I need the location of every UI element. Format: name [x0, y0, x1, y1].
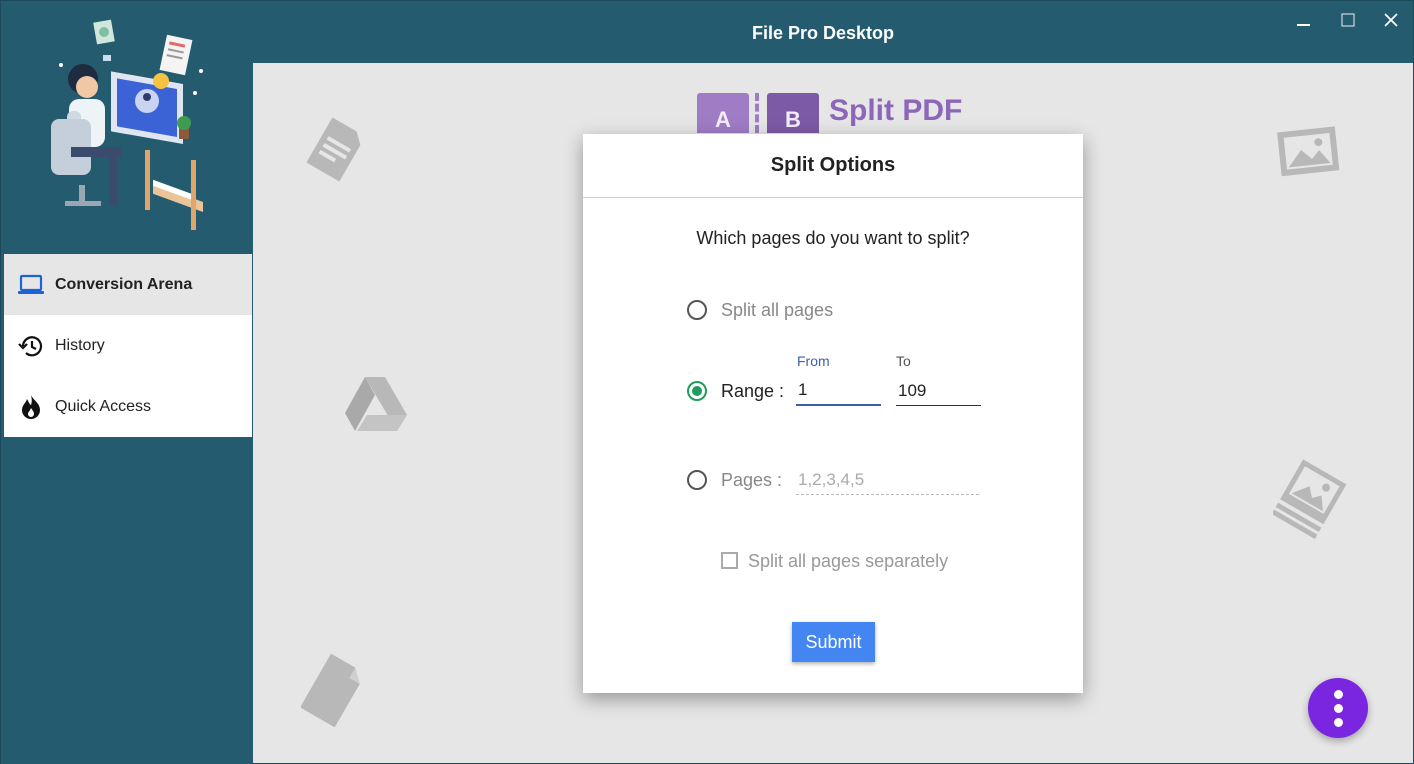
close-icon: [1384, 12, 1398, 32]
split-pdf-header: A B Split PDF: [697, 93, 962, 133]
range-from-input[interactable]: [796, 376, 881, 406]
window-title: File Pro Desktop: [751, 23, 895, 43]
workspace-illustration: [51, 19, 203, 230]
more-vertical-icon: [1333, 689, 1343, 699]
app-window: Conversion Arena History Quick Access Fi…: [0, 0, 1414, 764]
sidebar-item-label: Quick Access: [55, 397, 152, 415]
document-bg-icon: [306, 117, 361, 182]
split-all-label: Split all pages: [721, 300, 834, 320]
split-separately-checkbox[interactable]: [721, 552, 738, 569]
split-all-radio[interactable]: [687, 300, 707, 320]
split-pdf-title: Split PDF: [829, 94, 963, 127]
close-button[interactable]: [1378, 11, 1404, 33]
pages-label: Pages :: [721, 470, 783, 490]
drive-bg-icon: [345, 377, 407, 431]
dialog-question: Which pages do you want to split?: [696, 228, 970, 248]
image-stack-bg-icon: [1273, 459, 1347, 539]
to-label: To: [896, 353, 911, 369]
pages-radio[interactable]: [687, 470, 707, 490]
sidebar: Conversion Arena History Quick Access: [1, 1, 253, 764]
range-to-input[interactable]: [896, 376, 981, 406]
minimize-button[interactable]: [1291, 11, 1317, 33]
dialog-title: Split Options: [583, 134, 1083, 198]
laptop-icon: [17, 271, 45, 299]
sidebar-item-label: Conversion Arena: [55, 275, 193, 293]
submit-button[interactable]: Submit: [792, 622, 875, 662]
range-label: Range :: [721, 381, 785, 401]
images-bg-icon: [1277, 126, 1340, 177]
sidebar-item-conversion-arena[interactable]: Conversion Arena: [4, 254, 252, 315]
sidebar-item-history[interactable]: History: [4, 315, 252, 376]
from-label: From: [797, 353, 830, 369]
split-separately-label: Split all pages separately: [748, 551, 949, 571]
file-bg-icon: [301, 653, 360, 727]
pages-input[interactable]: [796, 465, 979, 495]
flame-icon: [17, 393, 45, 421]
sidebar-item-quick-access[interactable]: Quick Access: [4, 376, 252, 437]
more-options-button[interactable]: [1308, 678, 1368, 738]
page-b-box: B: [767, 93, 819, 133]
sidebar-item-label: History: [55, 336, 105, 354]
maximize-icon: [1341, 12, 1355, 32]
split-divider: [755, 93, 761, 133]
page-a-box: A: [697, 93, 749, 133]
title-bar: File Pro Desktop: [253, 1, 1413, 63]
maximize-button[interactable]: [1335, 11, 1361, 33]
minimize-icon: [1297, 13, 1311, 32]
range-radio[interactable]: [687, 381, 707, 401]
split-options-dialog: Split Options Which pages do you want to…: [583, 134, 1083, 693]
history-icon: [17, 332, 45, 360]
sidebar-nav: Conversion Arena History Quick Access: [4, 254, 252, 437]
